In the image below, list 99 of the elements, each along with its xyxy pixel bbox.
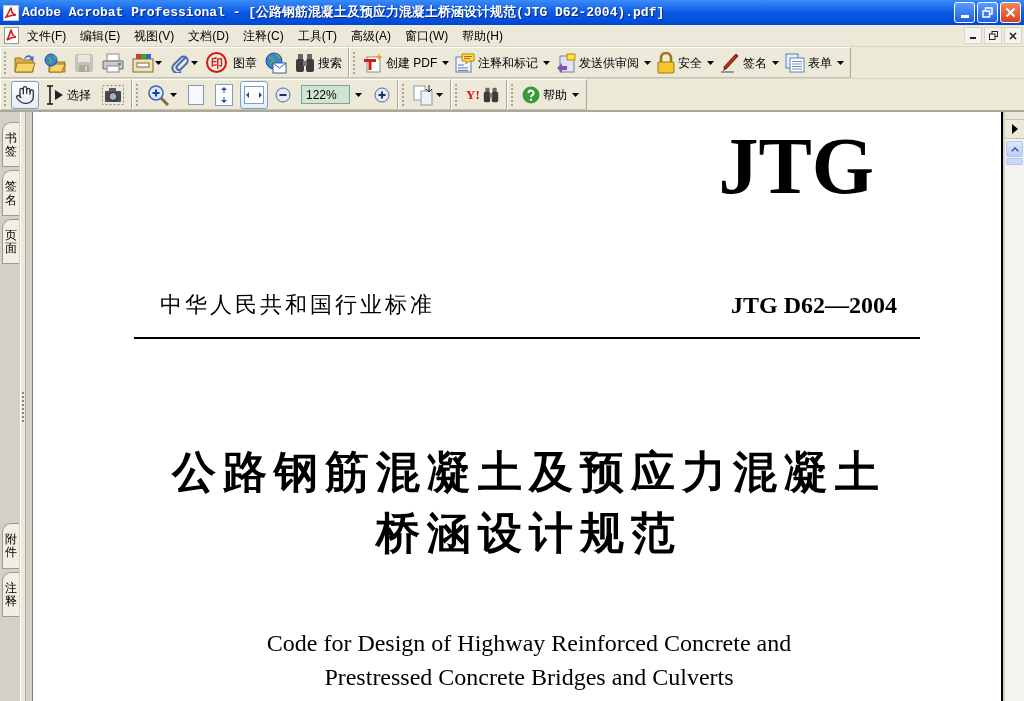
comment-markup-button[interactable]: 注释和标记 bbox=[452, 48, 554, 77]
close-icon bbox=[1005, 7, 1016, 18]
toolbar-grip[interactable] bbox=[402, 83, 405, 106]
hand-icon bbox=[15, 84, 35, 105]
fit-width-button[interactable] bbox=[240, 80, 268, 109]
globe-envelope-icon bbox=[265, 51, 287, 74]
toolbar-grip[interactable] bbox=[510, 83, 514, 106]
page-horizontal-arrows-icon bbox=[244, 85, 264, 104]
menu-item[interactable]: 编辑(E) bbox=[73, 26, 128, 45]
triangle-right-icon bbox=[1011, 124, 1018, 134]
menu-item[interactable]: 文件(F) bbox=[20, 26, 74, 45]
caret-icon bbox=[571, 92, 579, 97]
panel-tab[interactable]: 签名 bbox=[2, 170, 19, 216]
page-vertical-arrows-icon bbox=[215, 83, 233, 106]
text-cursor-arrow-icon bbox=[46, 84, 64, 105]
folder-arrow-icon bbox=[14, 52, 36, 73]
binoculars-icon bbox=[295, 52, 315, 73]
file-box-icon bbox=[132, 52, 154, 73]
send-review-button[interactable]: 发送供审阅 bbox=[553, 48, 655, 77]
pen-icon bbox=[720, 52, 741, 73]
panel-tab[interactable]: 页面 bbox=[2, 218, 19, 265]
toolbar-grip[interactable] bbox=[353, 51, 356, 74]
caret-icon bbox=[191, 60, 198, 65]
menu-item[interactable]: 高级(A) bbox=[344, 26, 398, 45]
menu-item[interactable]: 视图(V) bbox=[127, 26, 182, 45]
toolbar-grip[interactable] bbox=[136, 83, 139, 106]
minus-circle-icon bbox=[275, 86, 291, 103]
menu-item[interactable]: 工具(T) bbox=[290, 26, 344, 45]
caret-icon bbox=[644, 60, 652, 65]
caret-icon bbox=[707, 60, 715, 65]
caret-icon bbox=[355, 92, 362, 97]
security-button[interactable]: 安全 bbox=[654, 48, 718, 77]
menu-item[interactable]: 帮助(H) bbox=[455, 26, 510, 45]
document-logo-icon bbox=[4, 27, 19, 44]
hand-tool-button[interactable] bbox=[11, 80, 39, 109]
minimize-button[interactable] bbox=[954, 2, 975, 23]
pages-arrow-icon bbox=[413, 83, 435, 106]
restore-button[interactable] bbox=[977, 2, 998, 23]
restore-icon bbox=[988, 31, 998, 40]
menu-item[interactable]: 窗口(W) bbox=[398, 26, 456, 45]
show-panel-button[interactable] bbox=[1005, 120, 1024, 139]
folder-globe-icon bbox=[44, 52, 66, 73]
select-tool-button[interactable]: 选择 bbox=[42, 80, 95, 109]
close-icon bbox=[1009, 31, 1017, 40]
title-line: 桥涵设计规范 bbox=[376, 506, 682, 560]
chevron-up-icon bbox=[1010, 146, 1019, 152]
caret-icon bbox=[170, 92, 177, 97]
minimize-icon bbox=[960, 15, 969, 18]
logo-text: JTG bbox=[718, 126, 874, 206]
menu-item[interactable]: 文档(D) bbox=[181, 26, 236, 45]
stacked-pages-icon bbox=[785, 52, 806, 73]
english-title-line: Prestressed Concrete Bridges and Culverts bbox=[324, 663, 734, 692]
close-button[interactable] bbox=[1000, 2, 1021, 23]
window-title: Adobe Acrobat Professional - [公路钢筋混凝土及预应力混凝土桥涵设计规范(JTG D62-2004).pdf] bbox=[22, 3, 665, 22]
toolbar-grip[interactable] bbox=[455, 83, 458, 106]
standard-code: JTG D62—2004 bbox=[731, 293, 897, 317]
caret-icon bbox=[436, 92, 443, 97]
toolbar-grip[interactable] bbox=[4, 51, 7, 74]
title-line: 公路钢筋混凝土及预应力混凝土 bbox=[172, 445, 886, 499]
menu-item[interactable]: 注释(C) bbox=[236, 26, 291, 45]
english-title-line: Code for Design of Highway Reinforced Concrete and bbox=[266, 629, 792, 658]
note-document-icon bbox=[455, 52, 476, 73]
create-pdf-button[interactable]: 创建 PDF bbox=[360, 48, 453, 77]
document-restore-button[interactable] bbox=[984, 27, 1002, 44]
save-icon bbox=[74, 52, 94, 73]
binoculars-icon bbox=[482, 86, 499, 103]
zoom-in-icon bbox=[147, 83, 169, 106]
forms-button[interactable]: 表单 bbox=[782, 48, 848, 77]
search-button[interactable]: 搜索 bbox=[292, 48, 345, 77]
standard-category: 中华人民共和国行业标准 bbox=[160, 294, 435, 316]
print-icon bbox=[102, 52, 124, 73]
scrollbar-top-bar bbox=[1005, 112, 1024, 120]
document-sparkle-icon bbox=[363, 52, 383, 73]
help-icon bbox=[521, 85, 540, 104]
scrollbar-thumb[interactable] bbox=[1006, 158, 1023, 165]
panel-tab[interactable]: 书签 bbox=[2, 122, 19, 168]
panel-tab[interactable]: 附件 bbox=[2, 523, 19, 569]
document-minimize-button[interactable] bbox=[964, 27, 982, 44]
help-button[interactable]: 帮助 bbox=[517, 80, 583, 109]
sign-button[interactable]: 签名 bbox=[717, 48, 783, 77]
plus-circle-icon bbox=[374, 86, 390, 103]
zoom-field[interactable]: 122% bbox=[301, 85, 350, 104]
restore-icon bbox=[982, 7, 993, 18]
caret-icon bbox=[442, 60, 450, 65]
caret-icon bbox=[772, 60, 780, 65]
camera-icon bbox=[102, 84, 124, 105]
document-close-button[interactable] bbox=[1004, 27, 1022, 44]
caret-icon bbox=[543, 60, 551, 65]
caret-icon bbox=[837, 60, 845, 65]
panel-tab[interactable]: 注释 bbox=[2, 571, 19, 617]
minimize-icon bbox=[970, 37, 976, 39]
stamp-button[interactable]: 印 图章 bbox=[203, 48, 260, 77]
caret-icon bbox=[155, 60, 162, 65]
web-search-button[interactable]: Y! bbox=[462, 80, 503, 109]
logo-icon bbox=[3, 4, 19, 21]
scroll-up-button[interactable] bbox=[1006, 141, 1023, 157]
blank-page-icon bbox=[188, 84, 204, 105]
toolbar-grip[interactable] bbox=[4, 83, 7, 106]
padlock-icon bbox=[657, 51, 676, 74]
